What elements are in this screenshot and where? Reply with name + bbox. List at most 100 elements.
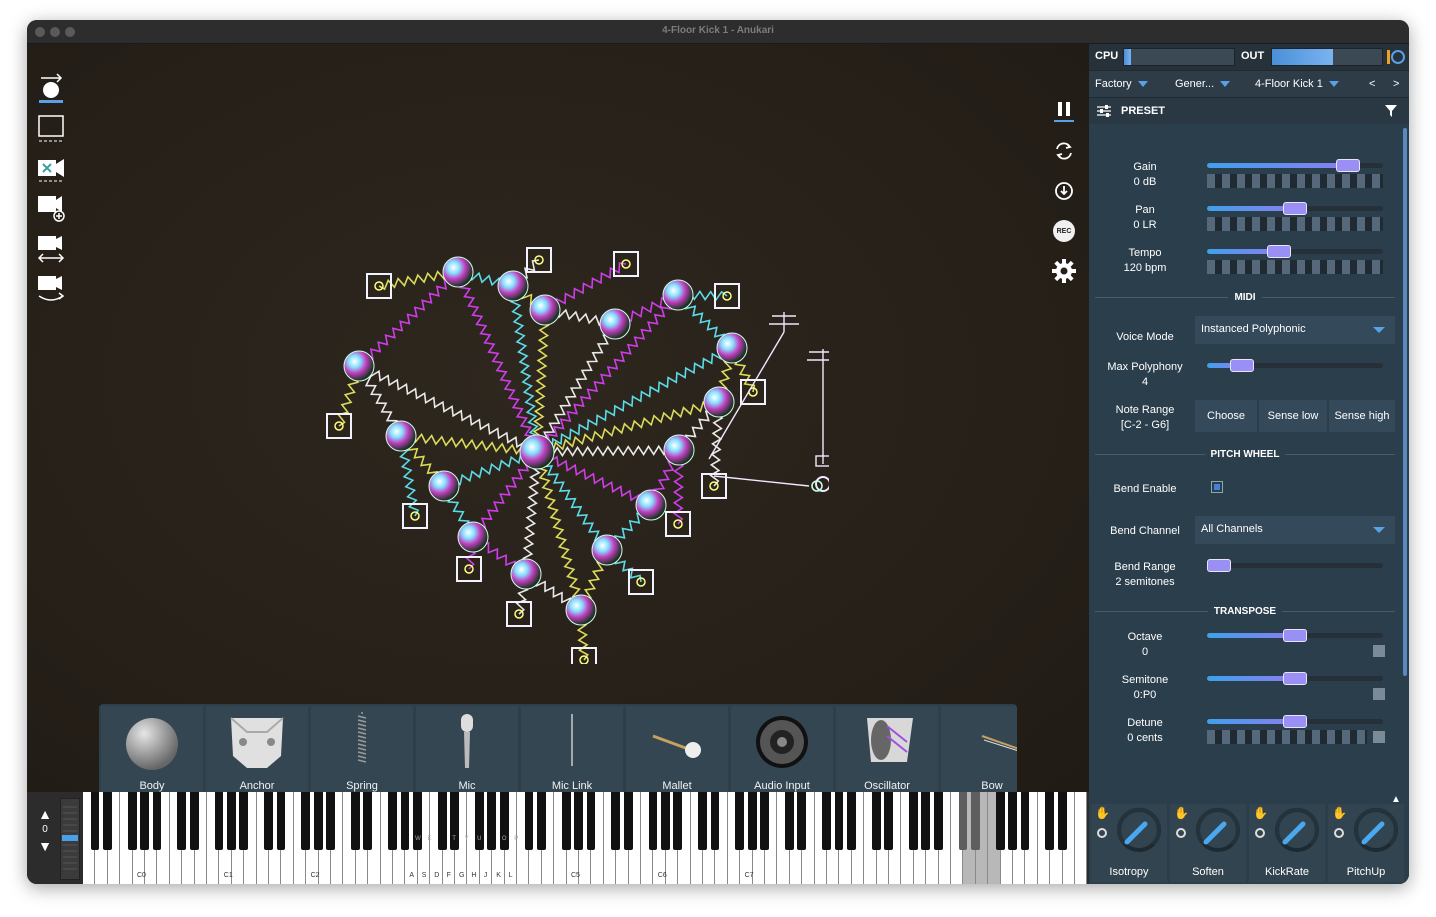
black-key[interactable] — [822, 792, 831, 850]
body-sphere[interactable] — [662, 279, 694, 311]
macro-kickrate[interactable]: ✋ KickRate — [1249, 804, 1325, 882]
octave-up-icon[interactable]: ▲ — [33, 806, 57, 824]
mod-wheel[interactable] — [60, 798, 80, 880]
preset-bank-dropdown[interactable]: Factory — [1095, 78, 1148, 90]
black-key[interactable] — [561, 792, 571, 850]
black-key[interactable] — [127, 792, 137, 850]
piano-keyboard[interactable]: C0 C1 C2 C5 C6 C7 A S D F G H J K L W E T Y U O P — [83, 792, 1089, 884]
black-key[interactable] — [847, 792, 856, 850]
body-sphere[interactable] — [635, 489, 667, 521]
tempo-slider[interactable] — [1207, 245, 1383, 258]
black-key[interactable] — [239, 792, 249, 850]
record-button[interactable]: REC — [1049, 216, 1079, 246]
choose-button[interactable]: Choose — [1195, 400, 1257, 432]
preset-category-dropdown[interactable]: Gener... — [1175, 78, 1231, 90]
spring[interactable] — [455, 271, 540, 453]
hand-icon[interactable]: ✋ — [1253, 806, 1268, 820]
settings-button[interactable] — [1049, 256, 1079, 286]
black-key[interactable] — [735, 792, 745, 850]
sense-low-button[interactable]: Sense low — [1259, 400, 1327, 432]
sliders-icon[interactable] — [1097, 104, 1111, 118]
modulation-target-icon[interactable] — [1334, 828, 1344, 838]
body-sphere[interactable] — [497, 270, 529, 302]
bend-range-slider-thumb[interactable] — [1207, 559, 1231, 572]
body-sphere[interactable] — [457, 521, 489, 553]
body-sphere[interactable] — [663, 434, 695, 466]
black-key[interactable] — [313, 792, 323, 850]
body-sphere[interactable] — [343, 350, 375, 382]
pan-slider[interactable] — [1207, 202, 1383, 215]
physics-model[interactable] — [289, 224, 829, 664]
reset-button[interactable] — [1049, 136, 1079, 166]
palette-bow[interactable]: Bow — [941, 706, 1017, 794]
black-key[interactable] — [90, 792, 100, 850]
max-polyphony-slider-thumb[interactable] — [1230, 359, 1255, 372]
spring[interactable] — [536, 347, 733, 455]
select-tool-icon[interactable] — [35, 72, 67, 104]
palette-mallet[interactable]: Mallet — [626, 706, 728, 794]
black-key[interactable] — [437, 792, 447, 850]
pan-slider-thumb[interactable] — [1283, 202, 1307, 215]
palette-body[interactable]: Body — [101, 706, 203, 794]
palette-audio-input[interactable]: Audio Input — [731, 706, 833, 794]
macro-knob[interactable] — [1115, 806, 1163, 854]
octave-slider[interactable] — [1207, 629, 1383, 642]
detune-slider-thumb[interactable] — [1283, 715, 1307, 728]
black-key[interactable] — [884, 792, 893, 850]
semitone-reset-button[interactable] — [1373, 688, 1385, 700]
black-key[interactable] — [958, 792, 968, 850]
black-key[interactable] — [1045, 792, 1055, 850]
hand-icon[interactable]: ✋ — [1174, 806, 1189, 820]
macro-knob[interactable] — [1352, 806, 1400, 854]
prev-preset-button[interactable]: < — [1369, 78, 1375, 90]
camera-add-icon[interactable] — [35, 192, 67, 224]
spring[interactable] — [536, 444, 680, 458]
detune-slider[interactable] — [1207, 715, 1383, 728]
pause-button[interactable] — [1049, 96, 1079, 126]
hand-icon[interactable]: ✋ — [1095, 806, 1110, 820]
next-preset-button[interactable]: > — [1393, 78, 1399, 90]
black-key[interactable] — [152, 792, 162, 850]
pan-mod-strip[interactable] — [1207, 217, 1383, 231]
hand-icon[interactable]: ✋ — [1332, 806, 1347, 820]
black-key[interactable] — [673, 792, 683, 850]
black-key[interactable] — [747, 792, 757, 850]
spring[interactable] — [536, 451, 652, 506]
black-key[interactable] — [189, 792, 199, 850]
palette-oscillator[interactable]: Oscillator — [836, 706, 938, 794]
black-key[interactable] — [351, 792, 360, 850]
camera-orbit-icon[interactable] — [35, 272, 67, 304]
black-key[interactable] — [400, 792, 410, 850]
macro-knob[interactable] — [1273, 806, 1321, 854]
body-sphere[interactable] — [385, 420, 417, 452]
bend-range-slider[interactable] — [1207, 559, 1383, 572]
power-icon[interactable] — [1387, 48, 1405, 66]
black-key[interactable] — [363, 792, 373, 850]
body-sphere[interactable] — [519, 434, 555, 470]
octave-slider-thumb[interactable] — [1283, 629, 1307, 642]
octave-down-icon[interactable]: ▼ — [33, 838, 57, 856]
sense-high-button[interactable]: Sense high — [1329, 400, 1395, 432]
body-sphere[interactable] — [510, 558, 542, 590]
black-key[interactable] — [710, 792, 720, 850]
white-key[interactable] — [1075, 792, 1088, 884]
camera-focus-icon[interactable] — [35, 152, 67, 184]
gain-mod-strip[interactable] — [1207, 174, 1383, 188]
detune-mod-strip[interactable] — [1207, 730, 1367, 744]
black-key[interactable] — [214, 792, 224, 850]
black-key[interactable] — [264, 792, 273, 850]
box-select-icon[interactable] — [35, 112, 67, 144]
palette-mic[interactable]: Mic — [416, 706, 518, 794]
black-key[interactable] — [698, 792, 707, 850]
black-key[interactable] — [648, 792, 658, 850]
modulation-target-icon[interactable] — [1255, 828, 1265, 838]
body-sphere[interactable] — [428, 470, 460, 502]
macro-knob[interactable] — [1194, 806, 1242, 854]
body-sphere[interactable] — [565, 594, 597, 626]
body-sphere[interactable] — [529, 294, 561, 326]
black-key[interactable] — [760, 792, 769, 850]
black-key[interactable] — [933, 792, 943, 850]
black-key[interactable] — [177, 792, 187, 850]
black-key[interactable] — [971, 792, 980, 850]
black-key[interactable] — [1008, 792, 1017, 850]
